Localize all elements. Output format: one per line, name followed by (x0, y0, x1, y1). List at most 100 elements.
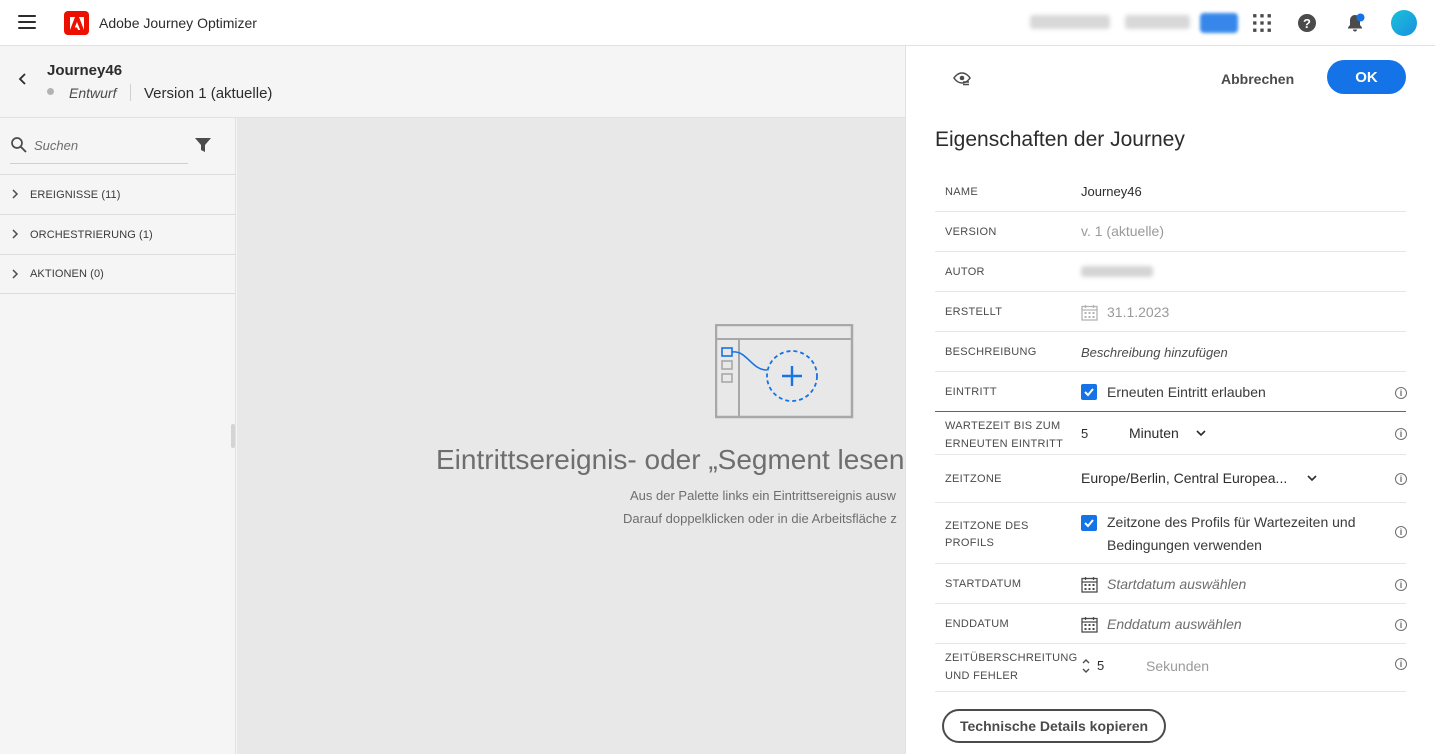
prop-label: VERSION (945, 226, 997, 238)
info-icon[interactable]: i (1395, 428, 1407, 440)
prop-name: NAME Journey46 (935, 172, 1406, 212)
stepper-icon[interactable] (1081, 656, 1091, 676)
info-icon[interactable]: i (1395, 473, 1407, 485)
prop-entry: EINTRITT Erneuten Eintritt erlauben i (935, 372, 1407, 412)
adobe-logo[interactable] (64, 11, 89, 35)
org-switcher-blurred[interactable] (1030, 15, 1110, 29)
prop-timezone: ZEITZONE Europe/Berlin, Central Europea.… (935, 455, 1407, 503)
timeout-value-input[interactable]: 5 (1097, 658, 1104, 673)
help-icon[interactable]: ? (1298, 14, 1316, 32)
avatar[interactable] (1391, 10, 1417, 36)
prop-label: STARTDATUM (945, 578, 1022, 590)
journey-properties-panel: Abbrechen OK Eigenschaften der Journey N… (905, 46, 1435, 754)
prop-label: ENDDATUM (945, 618, 1009, 630)
status-dot-icon (47, 88, 54, 95)
panel-title: Eigenschaften der Journey (935, 128, 1185, 151)
prop-reentry-wait: WARTEZEIT BIS ZUM ERNEUTEN EINTRITT 5 Mi… (935, 412, 1407, 455)
palette-search (10, 136, 188, 164)
apps-grid-icon[interactable] (1252, 13, 1272, 33)
checkmark-icon (1084, 519, 1094, 528)
prop-label: WARTEZEIT BIS ZUM (945, 420, 1061, 432)
chevron-down-icon[interactable] (1306, 472, 1318, 484)
top-bar: Adobe Journey Optimizer ? (0, 0, 1435, 46)
category-orchestration[interactable]: ORCHESTRIERUNG (1) (0, 214, 235, 254)
chevron-down-icon[interactable] (1195, 427, 1207, 439)
sandbox-switcher-blurred[interactable] (1125, 15, 1190, 29)
bell-icon[interactable] (1345, 13, 1365, 33)
cancel-button[interactable]: Abbrechen (1209, 64, 1306, 94)
info-icon[interactable]: i (1395, 526, 1407, 538)
checkmark-icon (1084, 388, 1094, 397)
visibility-toggle-icon[interactable] (952, 68, 972, 88)
category-label: ORCHESTRIERUNG (1) (30, 228, 153, 241)
header-divider (130, 84, 131, 101)
prop-description: BESCHREIBUNG Beschreibung hinzufügen (935, 332, 1406, 372)
version-value: v. 1 (aktuelle) (1081, 223, 1164, 239)
profile-timezone-label[interactable]: Bedingungen verwenden (1107, 537, 1262, 553)
app-title[interactable]: Adobe Journey Optimizer (99, 15, 257, 31)
environment-badge-blurred[interactable] (1200, 13, 1238, 33)
prop-label: EINTRITT (945, 386, 997, 398)
prop-label: AUTOR (945, 266, 985, 278)
calendar-icon[interactable] (1081, 576, 1098, 593)
info-icon[interactable]: i (1395, 658, 1407, 670)
chevron-right-icon (12, 229, 19, 239)
info-icon[interactable]: i (1395, 387, 1407, 399)
filter-icon[interactable] (194, 136, 212, 154)
prop-label: ERSTELLT (945, 306, 1003, 318)
prop-profile-timezone: ZEITZONE DES PROFILS Zeitzone des Profil… (935, 503, 1407, 564)
reentry-checkbox[interactable] (1081, 384, 1097, 400)
category-label: AKTIONEN (0) (30, 268, 104, 280)
prop-end-date: ENDDATUM Enddatum auswählen i (935, 604, 1407, 644)
prop-label: UND FEHLER (945, 670, 1019, 682)
prop-start-date: STARTDATUM Startdatum auswählen i (935, 564, 1407, 604)
canvas-empty-hint: Aus der Palette links ein Eintrittsereig… (630, 488, 896, 503)
profile-timezone-checkbox[interactable] (1081, 515, 1097, 531)
start-date-input[interactable]: Startdatum auswählen (1107, 576, 1246, 592)
journey-canvas[interactable]: Eintrittsereignis- oder „Segment lesen“-… (237, 118, 905, 754)
prop-author: AUTOR (935, 252, 1406, 292)
wait-value-input[interactable]: 5 (1081, 426, 1088, 441)
category-label: EREIGNISSE (11) (30, 188, 121, 201)
timeout-unit: Sekunden (1146, 658, 1210, 674)
info-icon[interactable]: i (1395, 619, 1407, 631)
canvas-empty-hint: Darauf doppelklicken oder in die Arbeits… (623, 511, 897, 526)
category-events[interactable]: EREIGNISSE (11) (0, 174, 235, 214)
chevron-right-icon (12, 269, 19, 279)
prop-timeout: ZEITÜBERSCHREITUNG UND FEHLER 5 Sekunden… (935, 644, 1407, 692)
activity-palette: EREIGNISSE (11) ORCHESTRIERUNG (1) AKTIO… (0, 118, 236, 754)
palette-resize-handle[interactable] (231, 424, 235, 448)
prop-label: NAME (945, 186, 978, 198)
calendar-icon (1081, 305, 1098, 321)
description-field[interactable]: Beschreibung hinzufügen (1081, 345, 1228, 360)
menu-icon[interactable] (18, 15, 36, 31)
category-actions[interactable]: AKTIONEN (0) (0, 254, 235, 294)
ok-button[interactable]: OK (1327, 60, 1406, 94)
prop-label: ZEITZONE DES (945, 520, 1029, 532)
canvas-empty-title: Eintrittsereignis- oder „Segment lesen“-… (436, 444, 905, 475)
prop-label: PROFILS (945, 537, 995, 549)
journey-status: Entwurf (69, 85, 117, 101)
back-arrow-icon[interactable] (16, 72, 30, 86)
prop-label: ERNEUTEN EINTRITT (945, 438, 1064, 450)
profile-timezone-label[interactable]: Zeitzone des Profils für Wartezeiten und (1107, 514, 1356, 530)
empty-canvas-illustration (715, 324, 854, 419)
journey-name: Journey46 (47, 62, 123, 79)
search-input[interactable] (34, 138, 184, 153)
calendar-icon[interactable] (1081, 616, 1098, 633)
timezone-select[interactable]: Europe/Berlin, Central Europea... (1081, 470, 1287, 486)
wait-unit-select[interactable]: Minuten (1129, 425, 1179, 441)
name-value[interactable]: Journey46 (1081, 184, 1142, 199)
journey-header: Journey46 Entwurf Version 1 (aktuelle) (0, 46, 905, 118)
prop-label: BESCHREIBUNG (945, 346, 1037, 358)
reentry-label[interactable]: Erneuten Eintritt erlauben (1107, 384, 1266, 400)
info-icon[interactable]: i (1395, 579, 1407, 591)
end-date-input[interactable]: Enddatum auswählen (1107, 616, 1242, 632)
chevron-right-icon (12, 189, 19, 199)
copy-technical-details-button[interactable]: Technische Details kopieren (942, 709, 1167, 743)
prop-created: ERSTELLT 31.1.2023 (935, 292, 1406, 332)
search-icon (11, 137, 27, 153)
prop-label: ZEITÜBERSCHREITUNG (945, 652, 1078, 664)
journey-version: Version 1 (aktuelle) (144, 85, 273, 102)
prop-label: ZEITZONE (945, 473, 1002, 485)
